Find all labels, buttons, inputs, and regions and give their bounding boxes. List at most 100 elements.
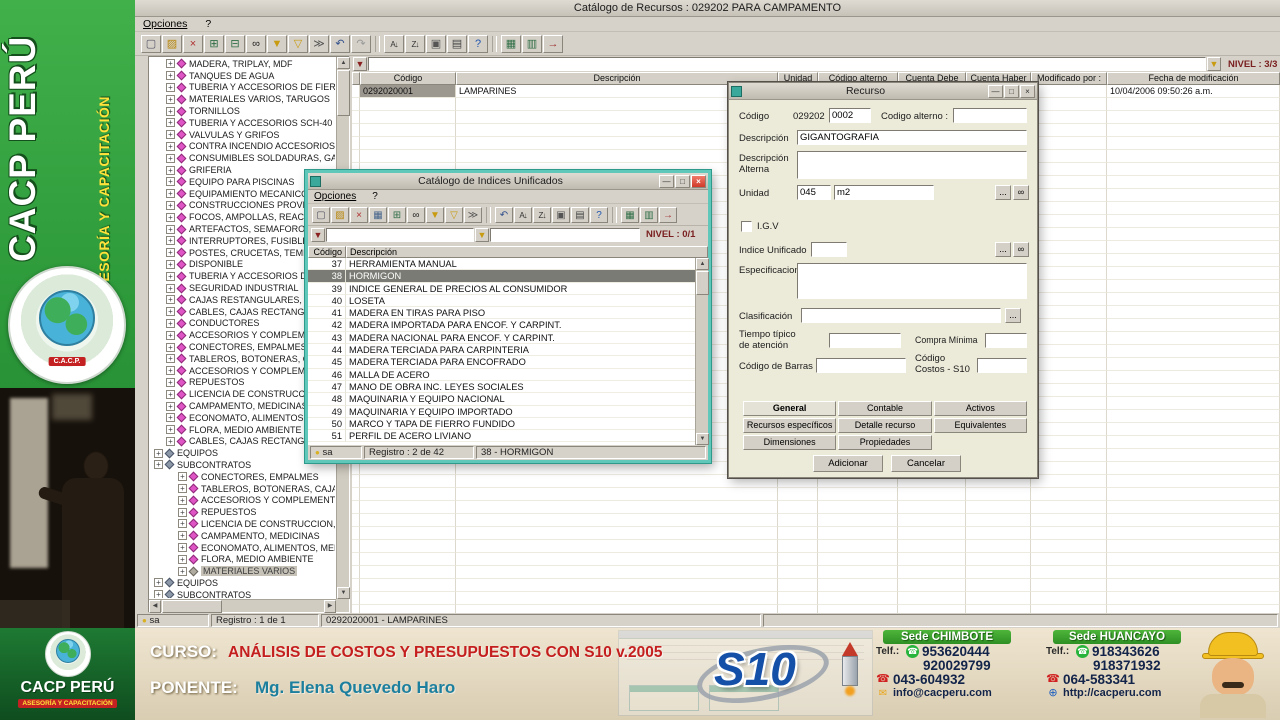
clasificacion-browse-button[interactable]: ... [1005,308,1021,323]
exit-icon[interactable]: → [543,34,563,53]
tree-item[interactable]: + REPUESTOS [150,506,335,518]
codigo-costos-field[interactable] [977,358,1027,373]
menu-help[interactable]: ? [372,191,378,202]
funnel-icon[interactable]: ▼ [426,206,444,223]
tree-expand-icon[interactable]: + [166,366,175,376]
tree-expand-icon[interactable]: + [166,259,175,269]
tree-expand-icon[interactable]: + [166,106,175,116]
codigo-alterno-field[interactable] [953,108,1027,123]
scroll-down-icon[interactable]: ▼ [696,433,709,445]
codigo-item-field[interactable] [829,108,871,123]
tree-item[interactable]: + ACCESORIOS Y COMPLEMENTOS P/ EQU [150,494,335,506]
apply-filter-icon[interactable]: ▼ [1207,57,1221,71]
tree-expand-icon[interactable]: + [166,425,175,435]
tree-item[interactable]: + TANQUES DE AGUA [150,70,335,82]
tree-view-icon[interactable]: ⊞ [388,206,406,223]
scroll-up-icon[interactable]: ▲ [696,258,709,270]
view-toggle-form-icon[interactable]: ▥ [522,34,542,53]
indice-row[interactable]: 42 MADERA IMPORTADA PARA ENCOF. Y CARPINT… [308,319,708,332]
indices-filter-code-input[interactable] [326,227,474,242]
unidad-search-icon[interactable]: ∞ [1013,185,1029,200]
tree-expand-icon[interactable]: + [166,236,175,246]
column-header[interactable]: Código [308,246,346,258]
tree-expand-icon[interactable]: + [166,330,175,340]
view-toggle-form-icon[interactable]: ▥ [640,206,658,223]
unidad-browse-button[interactable]: ... [995,185,1011,200]
undo-icon[interactable]: ↶ [495,206,513,223]
tree-expand-icon[interactable]: + [166,283,175,293]
export-icon[interactable]: ≫ [309,34,329,53]
unidad-codigo-field[interactable] [797,185,831,200]
tree-expand-icon[interactable]: + [166,200,175,210]
empty-row[interactable] [352,592,1280,605]
menu-help[interactable]: ? [205,18,211,30]
tree-expand-icon[interactable]: + [166,271,175,281]
delete-icon[interactable]: × [350,206,368,223]
indice-row[interactable]: 38 HORMIGON [308,270,708,283]
tree-item[interactable]: + MATERIALES VARIOS, TARUGOS [150,93,335,105]
menu-opciones[interactable]: Opciones [143,18,187,30]
tree-expand-icon[interactable]: + [166,248,175,258]
export-icon[interactable]: ≫ [464,206,482,223]
tree-expand-icon[interactable]: + [166,165,175,175]
preview-icon[interactable]: ▣ [426,34,446,53]
tree-expand-icon[interactable]: + [178,543,187,553]
especificaciones-field[interactable] [797,263,1027,299]
scroll-right-icon[interactable]: ▶ [324,600,336,613]
empty-row[interactable] [352,488,1280,501]
column-header[interactable]: Descripción [346,246,708,258]
filter-funnel-icon[interactable]: ▼ [353,57,367,71]
indice-browse-button[interactable]: ... [995,242,1011,257]
tree-expand-icon[interactable]: + [178,531,187,541]
maximize-icon[interactable]: □ [675,174,690,188]
indice-row[interactable]: 43 MADERA NACIONAL PARA ENCOF. Y CARPINT. [308,331,708,345]
binoculars-icon[interactable]: ∞ [246,34,266,53]
tree-expand-icon[interactable]: + [166,413,175,423]
sort-za-icon[interactable]: Z↓ [405,34,425,53]
indice-row[interactable]: 45 MADERA TERCIADA PARA ENCOFRADO [308,356,708,369]
indice-row[interactable]: 51 PERFIL DE ACERO LIVIANO [308,430,708,443]
tree-expand-icon[interactable]: + [178,566,187,576]
tab-contable[interactable]: Contable [838,401,932,416]
column-header[interactable]: Modificado por : [1031,72,1107,85]
help-icon[interactable]: ? [590,206,608,223]
new-doc-icon[interactable]: ▢ [312,206,330,223]
tree-expand-icon[interactable]: + [166,153,175,163]
preview-icon[interactable]: ▣ [552,206,570,223]
empty-row[interactable] [352,566,1280,579]
view-toggle-grid-icon[interactable]: ▦ [501,34,521,53]
open-folder-icon[interactable]: ▨ [162,34,182,53]
tab-equivalentes[interactable]: Equivalentes [933,418,1027,433]
tree-view-icon[interactable]: ⊞ [204,34,224,53]
empty-row[interactable] [352,501,1280,514]
tree-item[interactable]: + CONECTORES, EMPALMES [150,471,335,483]
empty-row[interactable] [352,579,1280,592]
indice-row[interactable]: 49 MAQUINARIA Y EQUIPO IMPORTADO [308,405,708,418]
tree-item[interactable]: + VALVULAS Y GRIFOS [150,129,335,141]
cancelar-button[interactable]: Cancelar [891,455,961,472]
compra-minima-field[interactable] [985,333,1027,348]
tree-expand-icon[interactable]: + [166,94,175,104]
view-toggle-grid-icon[interactable]: ▦ [621,206,639,223]
tree-expand-icon[interactable]: + [166,177,175,187]
tree-expand-icon[interactable]: + [178,519,187,529]
tree-expand-icon[interactable]: + [178,507,187,517]
tab-detalle-recurso[interactable]: Detalle recurso [838,418,932,433]
close-icon[interactable]: × [691,174,706,188]
print-icon[interactable]: ▤ [571,206,589,223]
descripcion-alterna-field[interactable] [797,151,1027,179]
indice-row[interactable]: 48 MAQUINARIA Y EQUIPO NACIONAL [308,393,708,406]
tree-expand-icon[interactable]: + [178,554,187,564]
redo-icon[interactable]: ↷ [351,34,371,53]
adicionar-button[interactable]: Adicionar [813,455,883,472]
clasificacion-field[interactable] [801,308,1001,323]
tree-item[interactable]: + TUBERIA Y ACCESORIOS DE FIERRO GAL [150,82,335,94]
scroll-thumb[interactable] [337,70,350,116]
tree-expand-icon[interactable]: + [166,212,175,222]
scroll-thumb[interactable] [162,600,222,613]
empty-row[interactable] [352,605,1280,613]
codigo-barras-field[interactable] [816,358,906,373]
tree-item[interactable]: + SUBCONTRATOS [150,589,335,598]
funnel-clear-icon[interactable]: ▽ [445,206,463,223]
indice-search-icon[interactable]: ∞ [1013,242,1029,257]
